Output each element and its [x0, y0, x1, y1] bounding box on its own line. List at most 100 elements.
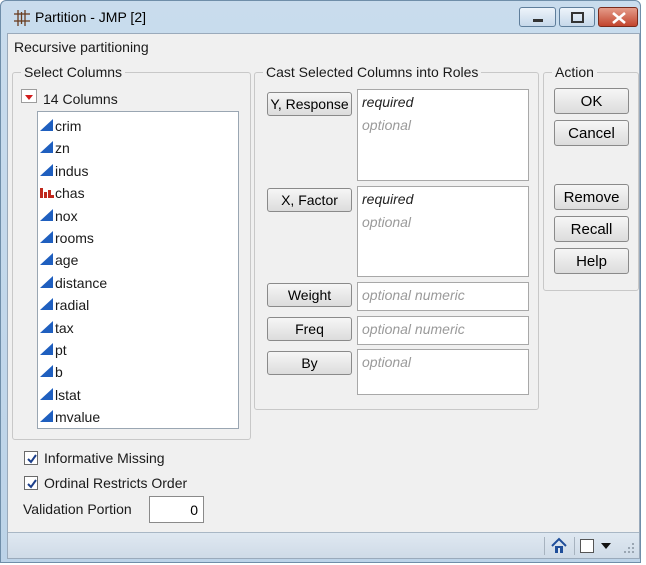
column-name: crim — [55, 118, 82, 134]
column-item[interactable]: mvalue — [40, 406, 236, 428]
column-name: lstat — [55, 386, 81, 403]
action-legend: Action — [552, 64, 597, 80]
column-name: distance — [55, 274, 108, 291]
column-name: age — [55, 252, 79, 269]
continuous-column-icon — [40, 141, 53, 154]
freq-placeholder: optional numeric — [362, 321, 465, 337]
continuous-column-icon — [40, 320, 53, 333]
weight-placeholder: optional numeric — [362, 287, 465, 303]
informative-missing-label: Informative Missing — [44, 450, 165, 466]
informative-missing-checkbox[interactable] — [24, 451, 38, 465]
ordinal-restricts-label: Ordinal Restricts Order — [44, 475, 188, 491]
x-factor-role-box[interactable]: required optional — [357, 186, 529, 277]
column-item[interactable]: rooms — [40, 227, 236, 249]
close-button[interactable] — [598, 7, 638, 27]
continuous-column-icon — [40, 119, 53, 131]
column-list[interactable]: crim zn indus chas nox rooms age distance radial… — [37, 111, 239, 429]
by-role-box[interactable]: optional — [357, 349, 529, 395]
y-required-hint: required — [362, 94, 414, 110]
window-title: Partition - JMP [2] — [35, 9, 147, 25]
column-item[interactable]: age — [40, 249, 236, 271]
maximize-icon — [571, 12, 584, 23]
column-item[interactable]: b — [40, 361, 236, 383]
recall-button[interactable]: Recall — [554, 216, 629, 242]
column-name: zn — [55, 140, 70, 157]
select-columns-group: Select Columns 14 Columns crim zn indus cha… — [12, 64, 251, 440]
home-icon[interactable] — [550, 537, 568, 555]
select-columns-legend: Select Columns — [21, 64, 126, 80]
dropdown-arrow-icon[interactable] — [600, 541, 612, 551]
nominal-column-icon — [40, 188, 54, 199]
checkmark-icon — [27, 454, 37, 464]
ok-button[interactable]: OK — [554, 88, 629, 114]
y-response-button[interactable]: Y, Response — [267, 92, 352, 116]
column-name: mvalue — [55, 409, 101, 426]
column-count-label: 14 Columns — [43, 91, 118, 107]
title-bar[interactable]: Partition - JMP [2] — [1, 1, 640, 33]
window-list-checkbox[interactable] — [580, 539, 594, 553]
column-name: radial — [55, 297, 90, 314]
status-separator — [574, 537, 575, 555]
column-item[interactable]: nox — [40, 205, 236, 227]
column-item[interactable]: lstat — [40, 384, 236, 406]
continuous-column-icon — [40, 298, 53, 311]
ordinal-restricts-checkbox[interactable] — [24, 476, 38, 490]
remove-button[interactable]: Remove — [554, 184, 629, 210]
dialog-subtitle: Recursive partitioning — [14, 39, 149, 55]
cancel-button[interactable]: Cancel — [554, 120, 629, 146]
y-response-role-box[interactable]: required optional — [357, 89, 529, 181]
continuous-column-icon — [40, 343, 53, 355]
freq-button[interactable]: Freq — [267, 317, 352, 341]
minimize-icon — [533, 19, 543, 22]
x-factor-button[interactable]: X, Factor — [267, 188, 352, 212]
close-icon — [612, 12, 626, 24]
continuous-column-icon — [40, 365, 53, 378]
y-optional-hint: optional — [362, 117, 412, 133]
x-required-hint: required — [362, 191, 414, 207]
resize-grip-icon[interactable] — [622, 541, 636, 555]
help-button[interactable]: Help — [554, 248, 629, 274]
column-name: rooms — [55, 230, 94, 246]
continuous-column-icon — [40, 208, 53, 221]
minimize-button[interactable] — [519, 7, 556, 27]
weight-role-box[interactable]: optional numeric — [357, 282, 529, 311]
partition-dialog-window: Partition - JMP [2] Recursive partitioni… — [0, 0, 641, 563]
continuous-column-icon — [40, 387, 53, 400]
column-item[interactable]: radial — [40, 294, 236, 316]
continuous-column-icon — [40, 410, 53, 423]
roles-legend: Cast Selected Columns into Roles — [263, 64, 482, 80]
x-optional-hint: optional — [362, 214, 412, 230]
column-name: tax — [55, 319, 74, 336]
roles-group: Cast Selected Columns into Roles Y, Resp… — [254, 64, 539, 410]
column-item[interactable]: indus — [40, 160, 236, 182]
column-item[interactable]: tax — [40, 317, 236, 339]
continuous-column-icon — [40, 275, 53, 288]
by-button[interactable]: By — [267, 351, 352, 375]
column-item[interactable]: pt — [40, 339, 236, 361]
column-item[interactable]: distance — [40, 272, 236, 294]
column-name: chas — [55, 185, 85, 202]
by-placeholder: optional — [362, 354, 412, 370]
freq-role-box[interactable]: optional numeric — [357, 316, 529, 345]
status-bar — [8, 532, 639, 558]
continuous-column-icon — [40, 163, 53, 176]
column-item[interactable]: crim — [40, 115, 236, 137]
maximize-button[interactable] — [559, 7, 595, 27]
dialog-body: Recursive partitioning Select Columns 14… — [7, 33, 640, 559]
validation-portion-label: Validation Portion — [23, 501, 132, 517]
column-name: b — [55, 364, 63, 381]
action-group: Action OK Cancel Remove Recall Help — [543, 64, 639, 291]
continuous-column-icon — [40, 231, 53, 243]
column-name: indus — [55, 162, 89, 179]
column-name: nox — [55, 207, 78, 224]
column-item[interactable]: chas — [40, 182, 236, 204]
column-options-button[interactable] — [21, 89, 37, 103]
validation-portion-input[interactable] — [149, 496, 204, 523]
red-triangle-icon — [25, 95, 33, 100]
checkmark-icon — [27, 479, 37, 489]
continuous-column-icon — [40, 253, 53, 266]
weight-button[interactable]: Weight — [267, 283, 352, 307]
column-item[interactable]: zn — [40, 137, 236, 159]
jmp-app-icon — [14, 10, 30, 26]
status-separator — [544, 537, 545, 555]
